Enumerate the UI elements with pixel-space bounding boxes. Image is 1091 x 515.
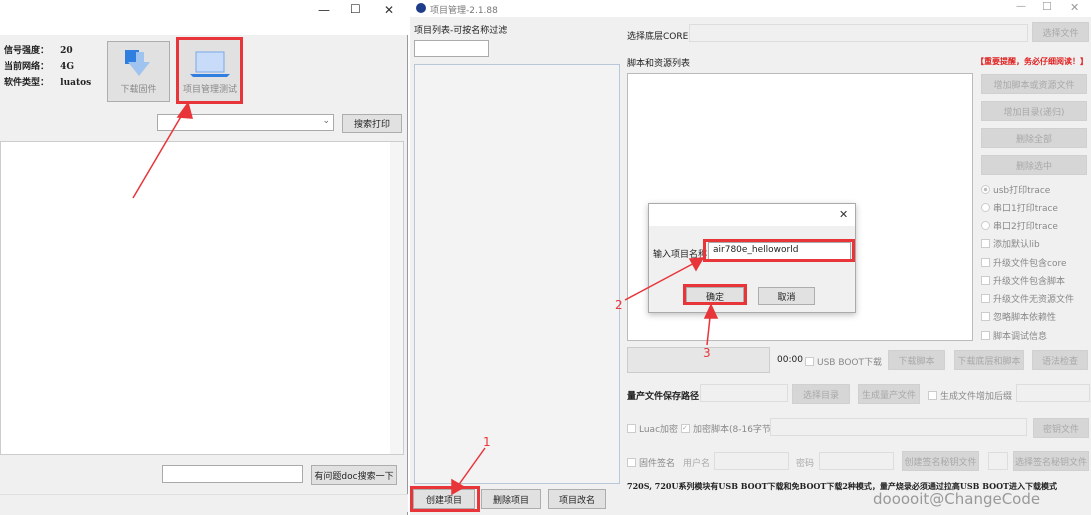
arrow-head-icon xyxy=(703,303,719,319)
step-1-label: 1 xyxy=(483,435,491,449)
arrow-step2 xyxy=(624,259,701,301)
arrow-to-project-manager xyxy=(132,107,187,199)
step-3-label: 3 xyxy=(703,346,711,360)
step-2-label: 2 xyxy=(615,298,623,312)
arrow-head-icon xyxy=(451,478,466,496)
arrow-head-icon xyxy=(688,257,705,272)
arrow-head-icon xyxy=(176,101,193,119)
annotation-arrows xyxy=(132,101,719,496)
